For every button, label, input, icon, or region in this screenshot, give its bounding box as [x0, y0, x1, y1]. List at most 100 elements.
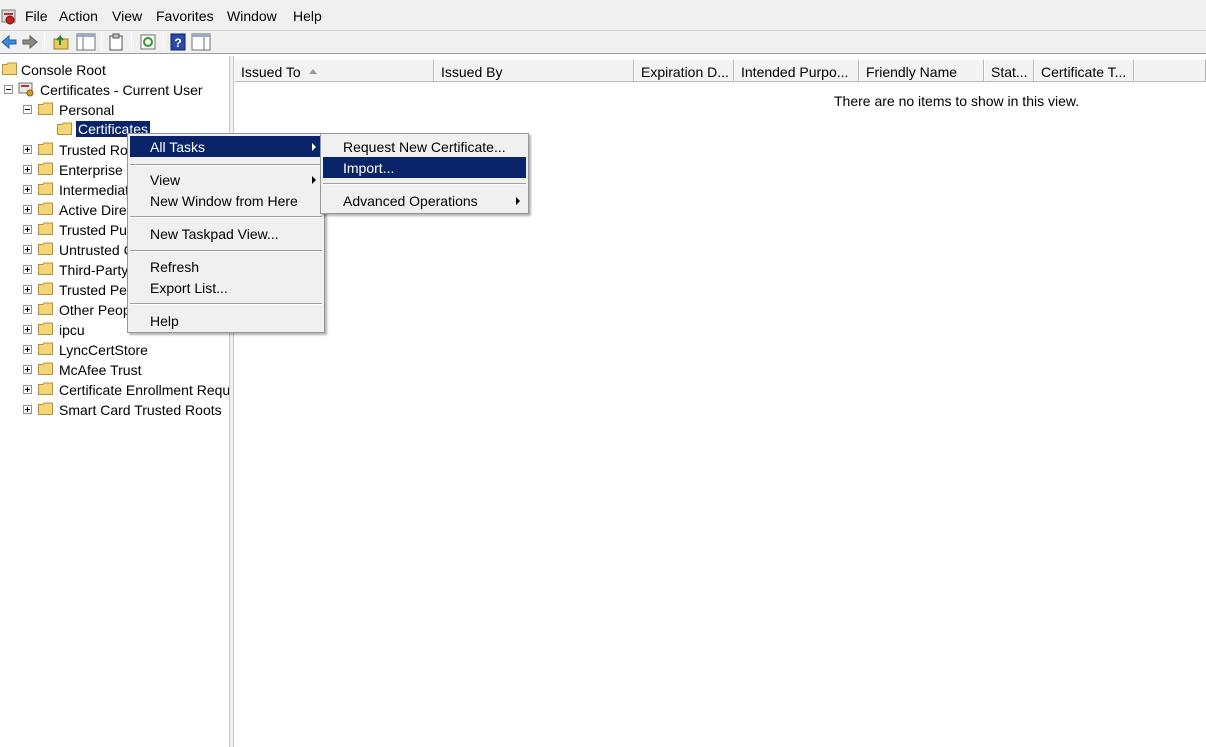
menu-item-label: New Taskpad View... — [150, 226, 279, 242]
tree-label: McAfee Trust — [59, 362, 142, 378]
tree-label: Untrusted C — [59, 242, 134, 258]
folder-icon — [38, 362, 53, 375]
menu-item-label: New Window from Here — [150, 193, 298, 209]
expand-toggle[interactable] — [23, 145, 32, 154]
menu-bar: File Action View Favorites Window Help — [0, 0, 1206, 31]
tree-label: Certificates - Current User — [40, 82, 203, 98]
column-label: Friendly Name — [866, 64, 958, 80]
svg-text:?: ? — [174, 36, 181, 50]
back-icon[interactable] — [0, 33, 18, 51]
folder-icon — [38, 142, 53, 155]
menu-favorites[interactable]: Favorites — [156, 8, 214, 24]
menu-separator — [130, 250, 322, 252]
tree-label: Certificate Enrollment Reque — [59, 382, 229, 398]
folder-icon — [38, 242, 53, 255]
toolbar: ? — [0, 31, 1206, 54]
folder-icon — [38, 182, 53, 195]
menu-item-new-window[interactable]: New Window from Here — [130, 190, 322, 211]
help-icon[interactable]: ? — [170, 33, 186, 51]
menu-item-label: Export List... — [150, 280, 228, 296]
expand-toggle[interactable] — [23, 305, 32, 314]
expand-toggle[interactable] — [23, 365, 32, 374]
column-filler — [1134, 59, 1206, 82]
folder-icon — [38, 402, 53, 415]
menu-item-new-taskpad-view[interactable]: New Taskpad View... — [130, 223, 322, 244]
column-label: Expiration D... — [641, 64, 729, 80]
menu-item-advanced-operations[interactable]: Advanced Operations — [323, 190, 526, 211]
folder-icon — [38, 382, 53, 395]
column-issued-by[interactable]: Issued By — [434, 59, 634, 82]
export-list-icon[interactable] — [108, 33, 124, 51]
column-label: Certificate T... — [1041, 64, 1127, 80]
tree-label: Trusted Pe — [59, 282, 127, 298]
menu-item-request-new-certificate[interactable]: Request New Certificate... — [323, 136, 526, 157]
certificate-snapin-icon — [1, 9, 16, 25]
forward-icon[interactable] — [21, 33, 39, 51]
refresh-icon[interactable] — [139, 33, 157, 51]
menu-separator — [130, 216, 322, 218]
folder-icon — [38, 222, 53, 235]
tree-label: Trusted Ro — [59, 142, 128, 158]
submenu-arrow-icon — [312, 176, 316, 184]
show-hide-tree-icon[interactable] — [76, 33, 96, 51]
tree-label: Active Direc — [59, 202, 134, 218]
folder-icon — [38, 342, 53, 355]
menu-separator — [130, 303, 322, 305]
tree-label: Personal — [59, 102, 115, 118]
column-issued-to[interactable]: Issued To — [234, 59, 434, 82]
column-intended-purposes[interactable]: Intended Purpo... — [734, 59, 859, 82]
empty-list-message: There are no items to show in this view. — [834, 93, 1080, 109]
toolbar-separator — [163, 33, 164, 51]
toolbar-separator — [101, 33, 102, 51]
menu-item-export-list[interactable]: Export List... — [130, 277, 322, 298]
tree-label: LyncCertStore — [59, 342, 148, 358]
expand-toggle[interactable] — [23, 245, 32, 254]
expand-toggle[interactable] — [23, 205, 32, 214]
collapse-toggle[interactable] — [23, 105, 32, 114]
expand-toggle[interactable] — [23, 165, 32, 174]
expand-toggle[interactable] — [23, 185, 32, 194]
menu-item-label: Request New Certificate... — [343, 139, 506, 155]
tree-label: Other Peop — [59, 302, 131, 318]
action-pane-icon[interactable] — [191, 33, 211, 51]
menu-item-view[interactable]: View — [130, 169, 322, 190]
menu-view[interactable]: View — [112, 8, 142, 24]
folder-icon — [38, 162, 53, 175]
context-menu: All Tasks View New Window from Here New … — [127, 133, 325, 333]
up-folder-icon[interactable] — [52, 33, 70, 51]
expand-toggle[interactable] — [23, 285, 32, 294]
expand-toggle[interactable] — [23, 225, 32, 234]
menu-window[interactable]: Window — [227, 8, 277, 24]
menu-item-refresh[interactable]: Refresh — [130, 256, 322, 277]
certificate-store-icon — [18, 82, 34, 97]
tree-label: Intermediat — [59, 182, 130, 198]
folder-icon — [38, 302, 53, 315]
menu-help[interactable]: Help — [293, 8, 322, 24]
expand-toggle[interactable] — [23, 325, 32, 334]
tree-label: ipcu — [59, 322, 85, 338]
column-certificate-template[interactable]: Certificate T... — [1034, 59, 1134, 82]
collapse-toggle[interactable] — [4, 85, 13, 94]
expand-toggle[interactable] — [23, 345, 32, 354]
menu-item-import[interactable]: Import... — [323, 157, 526, 178]
sort-ascending-icon — [308, 69, 317, 74]
menu-item-all-tasks[interactable]: All Tasks — [130, 136, 322, 157]
folder-icon — [2, 62, 17, 75]
menu-file[interactable]: File — [25, 8, 48, 24]
folder-icon — [57, 122, 72, 135]
expand-toggle[interactable] — [23, 265, 32, 274]
folder-icon — [38, 102, 53, 115]
expand-toggle[interactable] — [23, 385, 32, 394]
folder-icon — [38, 202, 53, 215]
column-expiration-date[interactable]: Expiration D... — [634, 59, 734, 82]
column-label: Stat... — [991, 64, 1028, 80]
menu-action[interactable]: Action — [59, 8, 98, 24]
column-status[interactable]: Stat... — [984, 59, 1034, 82]
expand-toggle[interactable] — [23, 405, 32, 414]
folder-icon — [38, 322, 53, 335]
menu-separator — [130, 164, 322, 166]
tree-label: Third-Party — [59, 262, 129, 278]
column-friendly-name[interactable]: Friendly Name — [859, 59, 984, 82]
menu-item-help[interactable]: Help — [130, 310, 322, 331]
submenu-arrow-icon — [516, 197, 520, 205]
